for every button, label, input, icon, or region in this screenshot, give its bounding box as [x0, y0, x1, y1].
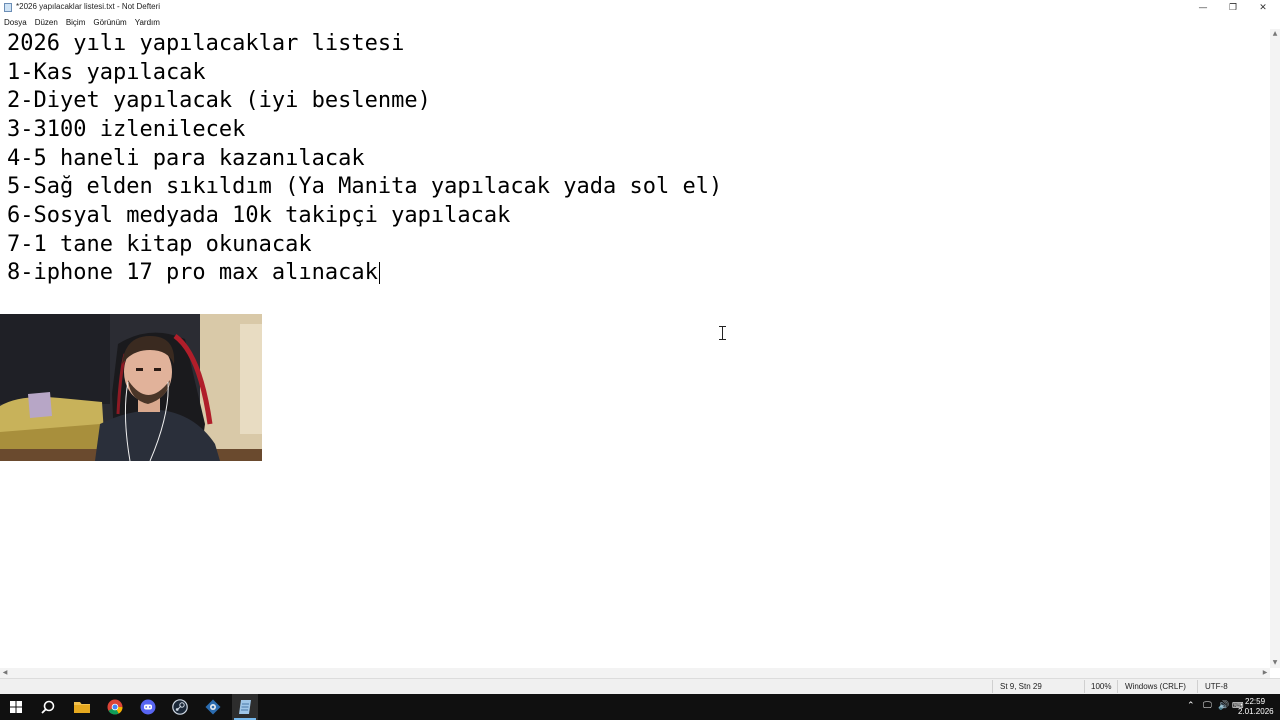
ibeam-cursor-icon [719, 326, 727, 340]
menu-view[interactable]: Görünüm [89, 18, 130, 27]
status-divider [1117, 680, 1118, 693]
restore-button[interactable]: ❐ [1218, 0, 1248, 15]
text-caret [378, 262, 380, 284]
status-bar: St 9, Stn 29 100% Windows (CRLF) UTF-8 [0, 678, 1280, 694]
window-title: *2026 yapılacaklar listesi.txt - Not Def… [16, 2, 161, 11]
chrome-icon[interactable] [105, 697, 125, 717]
text-line: 5-Sağ elden sıkıldım (Ya Manita yapılaca… [7, 174, 723, 199]
status-divider [1197, 680, 1198, 693]
menu-bar: Dosya Düzen Biçim Görünüm Yardım [0, 15, 1280, 29]
encoding: UTF-8 [1205, 682, 1228, 691]
steam-icon[interactable] [170, 697, 190, 717]
menu-file[interactable]: Dosya [0, 18, 31, 27]
text-line: 7-1 tane kitap okunacak [7, 232, 312, 257]
webcam-feed-image [0, 314, 262, 461]
title-bar: *2026 yapılacaklar listesi.txt - Not Def… [0, 0, 1280, 15]
menu-format[interactable]: Biçim [62, 18, 90, 27]
scroll-left-icon[interactable]: ◀ [0, 668, 10, 678]
text-line-current: 8-iphone 17 pro max alınacak [7, 261, 380, 285]
vertical-scrollbar[interactable]: ▲ ▼ [1270, 29, 1280, 668]
network-icon[interactable]: 🖵 [1203, 701, 1212, 711]
search-icon[interactable] [38, 697, 58, 717]
volume-icon[interactable]: 🔊 [1218, 701, 1229, 711]
menu-help[interactable]: Yardım [131, 18, 164, 27]
text-line: 1-Kas yapılacak [7, 60, 206, 85]
horizontal-scrollbar[interactable]: ◀ ▶ [0, 668, 1270, 678]
text-line: 4-5 haneli para kazanılacak [7, 146, 365, 171]
windows-start-icon[interactable] [6, 697, 26, 717]
status-divider [1084, 680, 1085, 693]
text-line: 6-Sosyal medyada 10k takipçi yapılacak [7, 203, 511, 228]
text-line: 3-3100 izlenilecek [7, 117, 246, 142]
discord-icon[interactable] [138, 697, 158, 717]
line-ending: Windows (CRLF) [1125, 682, 1186, 691]
close-button[interactable]: ✕ [1248, 0, 1278, 15]
scroll-up-icon[interactable]: ▲ [1270, 29, 1280, 39]
taskbar: ⌃ 🖵 🔊 ⌨ 22:59 2.01.2026 [0, 694, 1280, 720]
minimize-button[interactable]: — [1188, 0, 1218, 15]
text-line-content: 8-iphone 17 pro max alınacak [7, 260, 378, 285]
menu-edit[interactable]: Düzen [31, 18, 62, 27]
file-explorer-icon[interactable] [72, 697, 92, 717]
notepad-icon [4, 3, 12, 12]
cursor-position: St 9, Stn 29 [1000, 682, 1042, 691]
text-line: 2-Diyet yapılacak (iyi beslenme) [7, 88, 431, 113]
webcam-overlay [0, 314, 262, 461]
scroll-down-icon[interactable]: ▼ [1270, 658, 1280, 668]
tray-overflow-icon[interactable]: ⌃ [1187, 701, 1195, 711]
clock-date[interactable]: 2.01.2026 [1238, 707, 1274, 716]
clock-time[interactable]: 22:59 [1245, 697, 1265, 706]
text-line: 2026 yılı yapılacaklar listesi [7, 31, 405, 56]
app-launcher-icon[interactable] [203, 697, 223, 717]
zoom-level: 100% [1091, 682, 1112, 691]
status-divider [992, 680, 993, 693]
notepad-taskbar-icon [239, 700, 251, 714]
scroll-right-icon[interactable]: ▶ [1260, 668, 1270, 678]
notepad-taskbar-button[interactable] [232, 694, 258, 720]
